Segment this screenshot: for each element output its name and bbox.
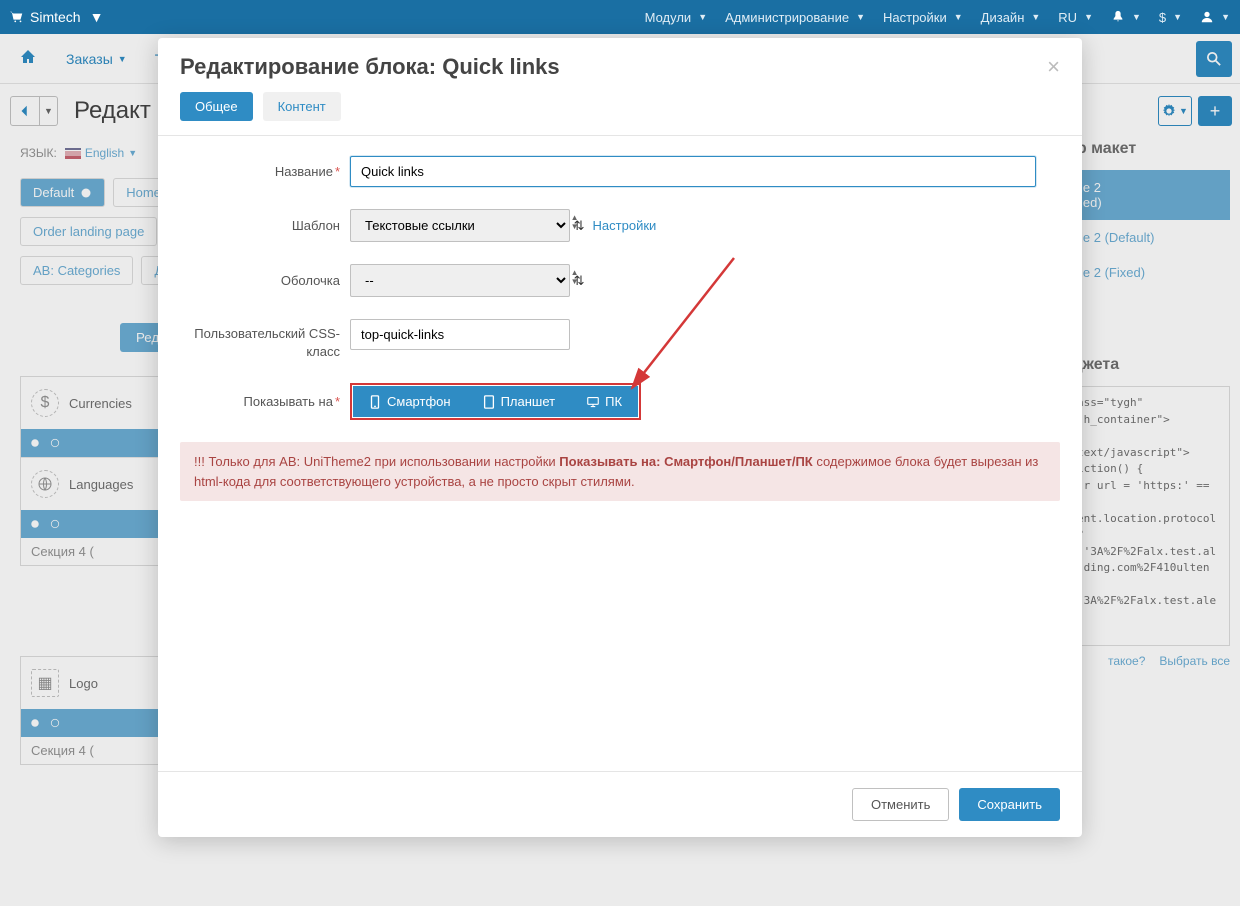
nav-lang[interactable]: RU▼ xyxy=(1058,10,1093,25)
desktop-icon xyxy=(587,395,599,409)
nav-modules[interactable]: Модули▼ xyxy=(645,10,708,25)
annotation-arrow xyxy=(624,253,744,403)
template-label: Шаблон xyxy=(180,218,350,233)
template-select[interactable]: Текстовые ссылки xyxy=(350,209,570,242)
cancel-button[interactable]: Отменить xyxy=(852,788,949,821)
wrapper-label: Оболочка xyxy=(180,273,350,288)
device-phone-button[interactable]: Смартфон xyxy=(353,386,467,417)
tablet-icon xyxy=(483,395,495,409)
tab-content[interactable]: Контент xyxy=(263,92,341,121)
top-navbar: Simtech ▼ Модули▼ Администрирование▼ Нас… xyxy=(0,0,1240,34)
template-settings-link[interactable]: Настройки xyxy=(593,218,657,233)
tab-general[interactable]: Общее xyxy=(180,92,253,121)
modal-title: Редактирование блока: Quick links xyxy=(180,54,560,80)
device-button-group: Смартфон Планшет ПК xyxy=(350,383,641,420)
nav-design[interactable]: Дизайн▼ xyxy=(981,10,1041,25)
bell-icon xyxy=(1111,10,1125,24)
nav-user[interactable]: ▼ xyxy=(1200,10,1230,24)
chevron-down-icon: ▼ xyxy=(90,9,104,25)
nav-settings[interactable]: Настройки▼ xyxy=(883,10,963,25)
warning-note: !!! Только для AB: UniTheme2 при использ… xyxy=(180,442,1060,501)
name-label: Название* xyxy=(180,164,350,179)
user-icon xyxy=(1200,10,1214,24)
nav-admin[interactable]: Администрирование▼ xyxy=(725,10,865,25)
save-button[interactable]: Сохранить xyxy=(959,788,1060,821)
wrapper-select[interactable]: -- xyxy=(350,264,570,297)
name-input[interactable] xyxy=(350,156,1036,187)
nav-currency[interactable]: $▼ xyxy=(1159,10,1182,25)
edit-block-modal: Редактирование блока: Quick links × Обще… xyxy=(158,38,1082,837)
brand-name: Simtech xyxy=(30,9,81,25)
css-class-input[interactable] xyxy=(350,319,570,350)
device-tablet-button[interactable]: Планшет xyxy=(467,386,572,417)
modal-close-button[interactable]: × xyxy=(1047,54,1060,80)
nav-notifications[interactable]: ▼ xyxy=(1111,10,1141,24)
show-on-label: Показывать на* xyxy=(180,394,350,409)
brand[interactable]: Simtech ▼ xyxy=(10,9,103,25)
phone-icon xyxy=(369,395,381,409)
css-label: Пользовательский CSS-класс xyxy=(180,319,350,361)
cart-icon xyxy=(10,10,24,24)
